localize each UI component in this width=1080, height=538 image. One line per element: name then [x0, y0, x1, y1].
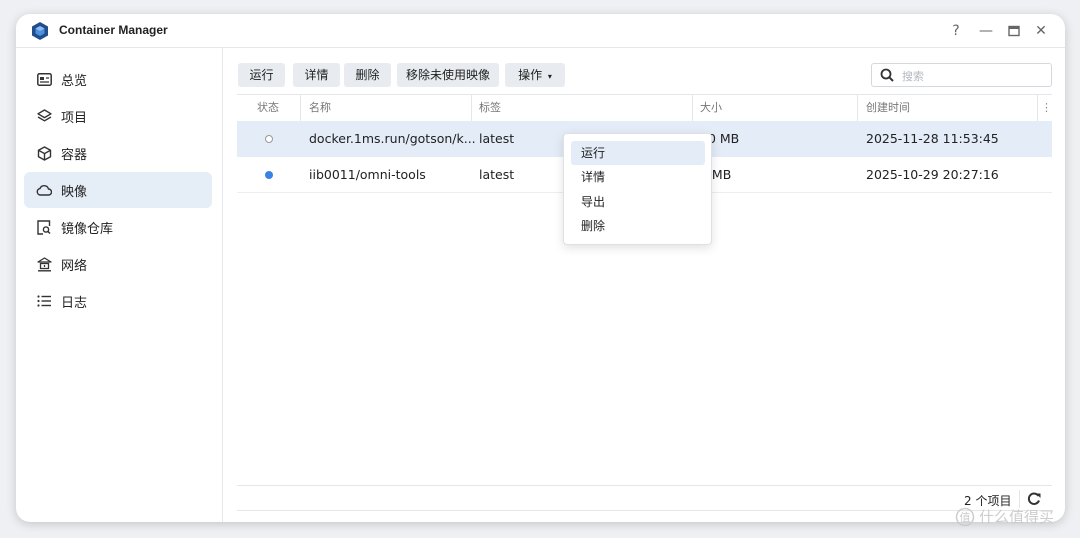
remove-unused-images-button[interactable]: 移除未使用映像 — [397, 63, 499, 87]
menu-item-delete[interactable]: 删除 — [571, 214, 705, 238]
menu-item-run[interactable]: 运行 — [571, 141, 705, 165]
sidebar-item-logs[interactable]: 日志 — [24, 283, 212, 319]
column-divider — [300, 95, 301, 121]
menu-item-details[interactable]: 详情 — [571, 165, 705, 189]
close-icon[interactable]: ✕ — [1032, 22, 1050, 40]
footer-bottom-border — [237, 510, 1052, 511]
minimize-icon[interactable]: — — [977, 22, 995, 40]
sidebar-item-label: 项目 — [61, 110, 88, 126]
network-icon — [36, 256, 52, 272]
status-unused-icon — [265, 135, 273, 143]
maximize-icon[interactable] — [1005, 22, 1023, 40]
image-name: iib0011/omni-tools — [309, 167, 426, 182]
watermark-text: 什么值得买 — [979, 508, 1055, 526]
delete-button[interactable]: 删除 — [344, 63, 391, 87]
column-header-name[interactable]: 名称 — [309, 95, 331, 121]
cube-icon — [36, 145, 52, 161]
sidebar: 总览 项目 容器 映像 镜像仓库 网络 日志 — [16, 48, 223, 522]
column-divider — [692, 95, 693, 121]
context-menu: 运行 详情 导出 删除 — [563, 133, 712, 245]
menu-item-export[interactable]: 导出 — [571, 190, 705, 214]
refresh-icon[interactable] — [1026, 491, 1042, 507]
image-tag: latest — [479, 131, 515, 146]
sidebar-item-images[interactable]: 映像 — [24, 172, 212, 208]
actions-dropdown-button[interactable]: 操作 ▾ — [505, 63, 565, 87]
container-manager-logo-icon — [32, 22, 48, 40]
sidebar-item-label: 总览 — [61, 73, 88, 89]
column-options-icon[interactable]: ⋮ — [1041, 95, 1052, 121]
overview-icon — [36, 71, 52, 87]
status-in-use-icon — [265, 171, 273, 179]
layers-icon — [36, 108, 52, 124]
sidebar-item-containers[interactable]: 容器 — [24, 135, 212, 171]
column-header-tag[interactable]: 标签 — [479, 95, 501, 121]
image-name: docker.1ms.run/gotson/k... — [309, 131, 476, 146]
sidebar-item-registry[interactable]: 镜像仓库 — [24, 209, 212, 245]
sidebar-item-label: 映像 — [61, 184, 88, 200]
help-icon[interactable]: ? — [947, 22, 965, 40]
svg-text:值: 值 — [960, 511, 971, 524]
cloud-icon — [36, 182, 52, 198]
app-window: Container Manager ? — ✕ 总览 项目 容器 映像 镜像仓库… — [16, 14, 1065, 522]
column-divider — [1037, 95, 1038, 121]
run-button[interactable]: 运行 — [238, 63, 285, 87]
column-divider — [857, 95, 858, 121]
footer-border — [237, 485, 1052, 486]
search-input[interactable]: 搜索 — [871, 63, 1052, 87]
app-title: Container Manager — [59, 23, 168, 37]
column-divider — [471, 95, 472, 121]
table-header-top-border — [237, 94, 1052, 95]
column-header-size[interactable]: 大小 — [700, 95, 722, 121]
actions-label: 操作 — [518, 68, 543, 82]
title-bar: Container Manager ? — ✕ — [16, 14, 1065, 48]
search-placeholder: 搜索 — [902, 70, 924, 83]
registry-search-icon — [36, 219, 52, 235]
watermark: 值 什么值得买 — [955, 506, 1054, 527]
column-header-status[interactable]: 状态 — [257, 95, 279, 121]
caret-down-icon: ▾ — [547, 72, 552, 81]
sidebar-item-network[interactable]: 网络 — [24, 246, 212, 282]
sidebar-item-label: 网络 — [61, 258, 88, 274]
column-header-created[interactable]: 创建时间 — [866, 95, 910, 121]
search-icon — [880, 68, 894, 82]
details-button[interactable]: 详情 — [293, 63, 340, 87]
list-icon — [36, 293, 52, 309]
image-created: 2025-11-28 11:53:45 — [866, 131, 999, 146]
sidebar-item-label: 日志 — [61, 295, 88, 311]
sidebar-item-projects[interactable]: 项目 — [24, 98, 212, 134]
image-created: 2025-10-29 20:27:16 — [866, 167, 999, 182]
image-tag: latest — [479, 167, 515, 182]
sidebar-item-overview[interactable]: 总览 — [24, 61, 212, 97]
sidebar-item-label: 容器 — [61, 147, 88, 163]
sidebar-item-label: 镜像仓库 — [61, 221, 114, 237]
watermark-logo-icon: 值 — [955, 507, 975, 526]
